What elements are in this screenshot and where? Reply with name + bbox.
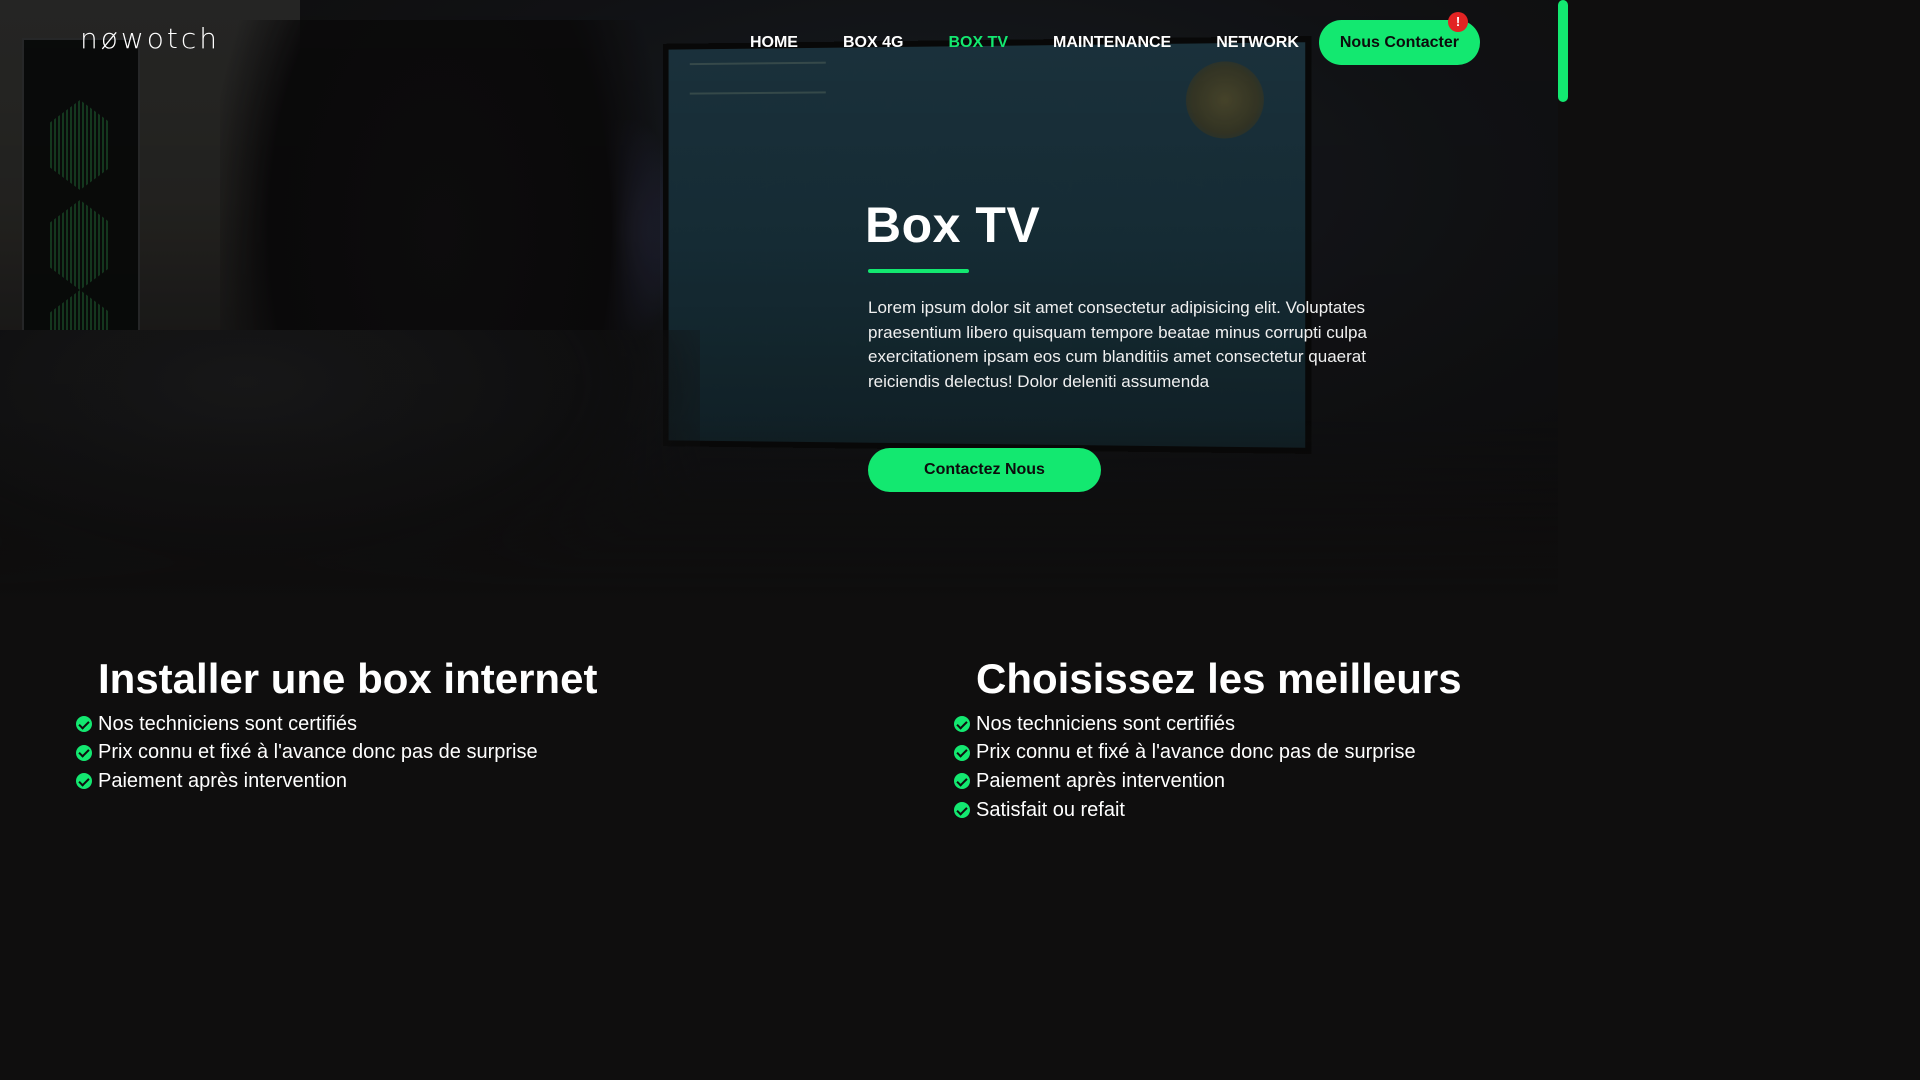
nav-item-maintenance[interactable]: MAINTENANCE <box>1053 20 1171 65</box>
list-item: Prix connu et fixé à l'avance donc pas d… <box>954 739 1462 768</box>
feature-title: Choisissez les meilleurs <box>976 655 1462 702</box>
feature-text: Paiement après intervention <box>98 769 348 792</box>
title-underline <box>868 269 969 273</box>
feature-text: Prix connu et fixé à l'avance donc pas d… <box>98 741 538 764</box>
list-item: Paiement après intervention <box>954 767 1462 796</box>
check-circle-icon <box>954 802 970 819</box>
check-circle-icon <box>954 716 970 733</box>
feature-text: Nos techniciens sont certifiés <box>976 712 1236 735</box>
feature-list: Nos techniciens sont certifiés Prix conn… <box>76 710 597 796</box>
feature-block-best: Choisissez les meilleurs Nos techniciens… <box>954 652 1462 824</box>
list-item: Prix connu et fixé à l'avance donc pas d… <box>76 739 597 768</box>
page-title: Box TV <box>865 197 1041 253</box>
feature-list: Nos techniciens sont certifiés Prix conn… <box>954 710 1462 824</box>
nav-item-box-tv[interactable]: BOX TV <box>948 20 1008 65</box>
contact-button[interactable]: Nous Contacter ! <box>1318 12 1480 65</box>
nav-item-home[interactable]: HOME <box>750 20 798 65</box>
contact-button-label: Nous Contacter <box>1339 34 1459 51</box>
list-item: Satisfait ou refait <box>954 796 1462 825</box>
feature-text: Prix connu et fixé à l'avance donc pas d… <box>976 741 1416 764</box>
nav-item-box-4g[interactable]: BOX 4G <box>843 20 903 65</box>
scrollbar-thumb[interactable] <box>1558 0 1568 102</box>
check-circle-icon <box>76 744 92 761</box>
hero-contact-button[interactable]: Contactez Nous <box>868 448 1101 492</box>
feature-text: Paiement après intervention <box>976 769 1226 792</box>
feature-text: Satisfait ou refait <box>976 798 1125 821</box>
main-nav: HOME BOX 4G BOX TV MAINTENANCE NETWORK N… <box>705 12 1480 65</box>
check-circle-icon <box>954 773 970 790</box>
nav-item-network[interactable]: NETWORK <box>1216 20 1299 65</box>
list-item: Paiement après intervention <box>76 767 597 796</box>
check-circle-icon <box>76 773 92 790</box>
feature-block-install: Installer une box internet Nos technicie… <box>76 652 597 796</box>
feature-title: Installer une box internet <box>98 655 598 702</box>
page-scrollbar[interactable] <box>1558 0 1568 882</box>
check-circle-icon <box>76 716 92 733</box>
check-circle-icon <box>954 744 970 761</box>
hero-description: Lorem ipsum dolor sit amet consectetur a… <box>868 298 1367 391</box>
brand-logo[interactable]: nøwotch <box>80 22 220 55</box>
feature-text: Nos techniciens sont certifiés <box>98 712 358 735</box>
list-item: Nos techniciens sont certifiés <box>76 710 597 739</box>
list-item: Nos techniciens sont certifiés <box>954 710 1462 739</box>
notification-badge: ! <box>1448 12 1468 32</box>
